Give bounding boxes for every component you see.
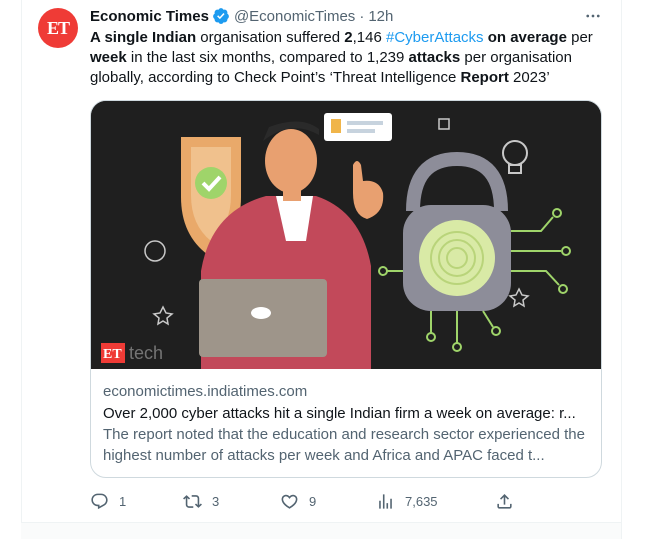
card-image[interactable]: ET tech — [91, 101, 601, 369]
tweet-text-bold: week — [90, 49, 127, 66]
tweet-text-bold: Report — [460, 69, 509, 86]
like-button[interactable]: 9 — [280, 490, 316, 512]
card-description: The report noted that the education and … — [103, 426, 585, 464]
tweet-text-bold: 2 — [344, 29, 353, 46]
separator-dot: · — [359, 7, 365, 25]
share-button[interactable] — [495, 490, 514, 512]
tweet-text-bold: on average — [487, 29, 567, 46]
retweet-icon — [183, 494, 202, 508]
views-icon — [379, 493, 392, 509]
tweet-header: Economic Times @EconomicTimes · 12h — [90, 6, 393, 26]
reply-icon — [91, 493, 108, 509]
tweet-text-segment: per — [566, 29, 593, 46]
author-name[interactable]: Economic Times — [90, 8, 209, 25]
views-button[interactable]: 7,635 — [376, 490, 438, 512]
card-title[interactable]: Over 2,000 cyber attacks hit a single In… — [103, 403, 591, 424]
timeline-border-left — [21, 0, 22, 539]
timeline-border-right — [621, 0, 622, 539]
tweet-timestamp[interactable]: 12h — [368, 8, 393, 25]
more-icon — [586, 14, 600, 18]
tweet-text: A single Indian organisation suffered 2,… — [90, 28, 610, 88]
tweet-text-segment: organisation suffered — [196, 29, 345, 46]
tweet-text-bold: A single Indian — [90, 29, 197, 46]
tweet-text-segment: ,146 — [352, 29, 386, 46]
like-count: 9 — [309, 493, 317, 509]
link-card[interactable]: ET tech economictimes.indiatimes.com Ove… — [90, 100, 602, 478]
card-domain: economictimes.indiatimes.com — [103, 383, 308, 400]
cybersecurity-illustration: ET tech — [91, 101, 601, 369]
hashtag-link[interactable]: #CyberAttacks — [386, 29, 484, 46]
reply-count: 1 — [119, 493, 127, 509]
more-options-button[interactable] — [582, 6, 604, 26]
retweet-button[interactable]: 3 — [183, 490, 219, 512]
svg-text:tech: tech — [129, 343, 163, 363]
avatar[interactable]: ET — [38, 8, 78, 48]
retweet-count: 3 — [212, 493, 220, 509]
reply-button[interactable]: 1 — [90, 490, 126, 512]
verified-badge-icon — [213, 8, 229, 24]
share-icon — [497, 493, 512, 509]
tweet-actions: 1 3 9 7,635 — [90, 490, 610, 512]
watermark-et: ET — [103, 347, 122, 362]
next-tweet-edge — [21, 523, 621, 539]
views-count: 7,635 — [405, 493, 438, 509]
heart-icon — [281, 494, 298, 509]
tweet-text-segment: in the last six months, compared to 1,23… — [126, 49, 409, 66]
author-handle[interactable]: @EconomicTimes — [234, 8, 355, 25]
card-meta: economictimes.indiatimes.com Over 2,000 … — [103, 381, 591, 466]
tweet-text-segment: 2023’ — [508, 69, 550, 86]
tweet-text-bold: attacks — [408, 49, 461, 66]
